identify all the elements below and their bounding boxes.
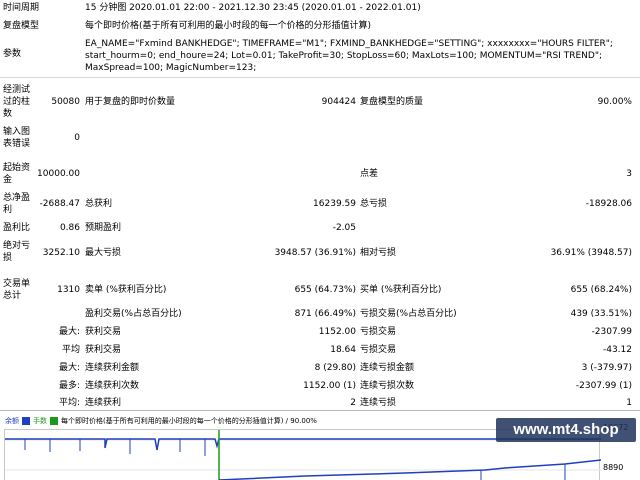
max-cons-wins-value: 8 (29.80) [314,363,356,373]
legend-volume-swatch [50,416,58,425]
largest-loss-label: 亏损交易 [360,327,397,337]
gross-profit-value: 16239.59 [313,199,356,209]
long-label: 买单 (%获利百分比) [360,285,442,295]
maximal-cons-loss-label: 连续亏损次数 [360,381,415,391]
maximal-cons-profit-label: 连续获利次数 [85,381,140,391]
bars-label-1: 经测试 [3,85,31,95]
avg-profit-label: 获利交易 [85,345,122,355]
spread-value: 3 [626,169,632,179]
max-label: 最大: [58,363,80,373]
errors-label-2: 表错误 [3,139,31,149]
largest-loss-value: -2307.99 [591,327,632,337]
errors-value: 0 [74,133,80,143]
max-dd-label: 最大亏损 [85,248,122,258]
net-value: -2688.47 [39,199,80,209]
legend-balance-swatch [22,416,30,425]
ticks-label: 用于复盘的即时价数量 [85,97,176,107]
avg-cons-losses-value: 1 [626,398,632,408]
pf-value: 0.86 [59,223,80,233]
payoff-value: -2.05 [332,223,356,233]
bars-label-2: 过的柱 [3,97,31,107]
quality-label: 复盘模型的质量 [360,97,424,107]
trades-value: 1310 [57,285,80,295]
max-cons-wins-label: 连续获利金额 [85,363,140,373]
divider [0,77,640,78]
net-label-2: 利 [3,205,13,215]
long-value: 655 (68.24%) [570,285,632,295]
average-label: 平均 [61,345,80,355]
short-value: 655 (64.73%) [294,285,356,295]
rel-dd-value: 36.91% (3948.57) [550,248,632,258]
deposit-value: 10000.00 [37,169,80,179]
profit-trades-label: 盈利交易(%占总百分比) [85,309,182,319]
max-cons-losses-value: 3 (-379.97) [581,363,632,373]
errors-label-1: 输入图 [3,127,31,137]
gross-loss-value: -18928.06 [585,199,632,209]
avg-loss-value: -43.12 [602,345,632,355]
chart-legend: 余额 手数 每个即时价格(基于所有可利用的最小时段的每一个价格的分形插值计算) … [5,414,317,427]
largest-profit-label: 获利交易 [85,327,122,337]
params-label: 参数 [3,49,22,59]
largest-label: 最大: [58,327,80,337]
legend-balance: 余额 [5,416,19,425]
bars-label-3: 数 [3,109,13,119]
payoff-label: 预期盈利 [85,223,122,233]
loss-trades-label: 亏损交易(%占总百分比) [360,309,457,319]
trades-label-2: 总计 [3,291,22,301]
maximal-cons-profit-value: 1152.00 (1) [303,381,356,391]
maximal-label: 最多: [58,381,80,391]
quality-value: 90.00% [597,97,632,107]
avg-cons-wins-label: 连续获利 [85,398,122,408]
bars-value: 50080 [51,97,80,107]
chart-caption: 每个即时价格(基于所有可利用的最小时段的每一个价格的分形插值计算) / 90.0… [61,416,317,425]
y-tick-mid: 8890 [603,463,624,472]
spread-label: 点差 [360,169,379,179]
rel-dd-label: 相对亏损 [360,248,397,258]
gross-profit-label: 总获利 [85,199,113,209]
params-value: EA_NAME="Fxmind BANKHEDGE"; TIMEFRAME="M… [85,39,613,73]
avg-cons-losses-label: 连续亏损 [360,398,397,408]
profit-trades-value: 871 (66.49%) [294,309,356,319]
watermark: www.mt4.shop [496,418,636,442]
abs-dd-label-2: 损 [3,253,13,263]
legend-volume: 手数 [33,416,47,425]
ticks-value: 904424 [321,97,356,107]
avg-cons-wins-value: 2 [350,398,356,408]
largest-profit-value: 1152.00 [318,327,356,337]
max-cons-losses-label: 连续亏损金额 [360,363,415,373]
report-panel: 时间周期 15 分钟图 2020.01.01 22:00 - 2021.12.3… [0,0,640,408]
avg-loss-label: 亏损交易 [360,345,397,355]
period-label: 时间周期 [3,3,40,13]
maximal-cons-loss-value: -2307.99 (1) [575,381,632,391]
gross-loss-label: 总亏损 [360,199,388,209]
loss-trades-value: 439 (33.51%) [570,309,632,319]
avg-profit-value: 18.64 [330,345,356,355]
period-value: 15 分钟图 2020.01.01 22:00 - 2021.12.30 23:… [85,3,421,13]
abs-dd-value: 3252.10 [42,248,80,258]
model-label: 复盘模型 [3,21,40,31]
max-dd-value: 3948.57 (36.91%) [274,248,356,258]
short-label: 卖单 (%获利百分比) [85,285,167,295]
deposit-label-2: 金 [3,175,13,185]
model-value: 每个即时价格(基于所有可利用的最小时段的每一个价格的分形插值计算) [85,21,372,31]
avg2-label: 平均: [58,398,80,408]
